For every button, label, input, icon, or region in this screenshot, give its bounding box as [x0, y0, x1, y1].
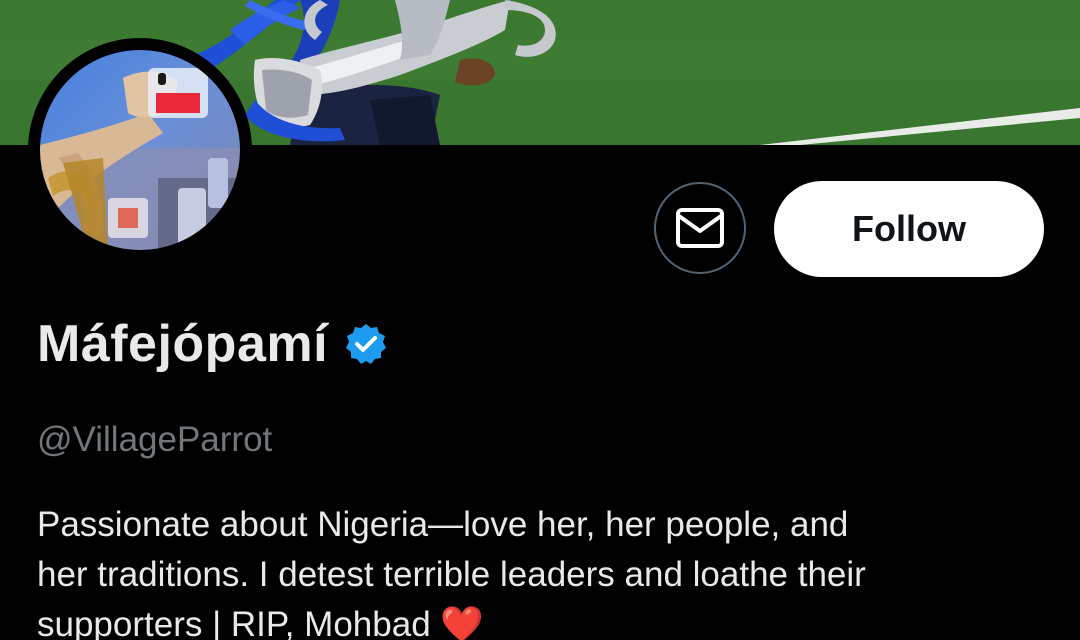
profile-bio: Passionate about Nigeria—love her, her p…: [37, 500, 1037, 640]
follow-button[interactable]: Follow: [774, 181, 1044, 277]
display-name: Máfejópamí: [37, 315, 329, 373]
bio-line: Passionate about Nigeria—love her, her p…: [37, 505, 849, 544]
avatar-image: [32, 42, 248, 258]
user-handle: @VillageParrot: [37, 420, 273, 459]
verified-badge-icon[interactable]: [344, 322, 388, 366]
bio-line: her traditions. I detest terrible leader…: [37, 555, 866, 594]
display-name-row: Máfejópamí: [37, 312, 388, 376]
avatar[interactable]: [28, 38, 252, 262]
bio-line: supporters | RIP, Mohbad ❤️: [37, 605, 484, 640]
profile-page: Follow Máfejópamí @VillageParrot Passion…: [0, 0, 1080, 640]
message-button[interactable]: [654, 182, 746, 274]
mail-icon: [675, 206, 725, 250]
